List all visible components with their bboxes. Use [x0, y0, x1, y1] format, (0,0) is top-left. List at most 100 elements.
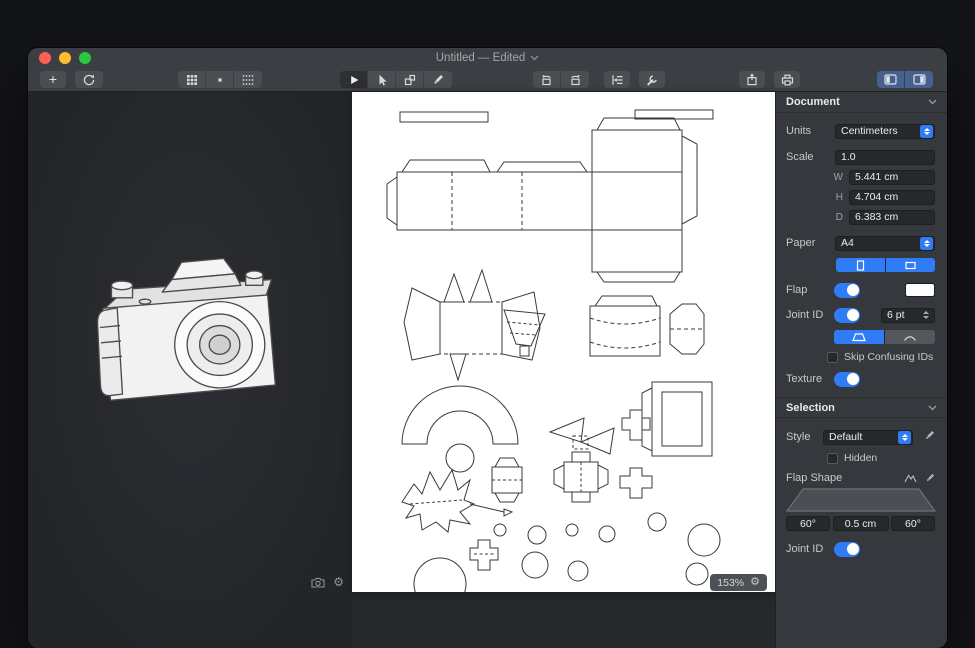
toggle-right-panel-button[interactable]: [905, 71, 933, 88]
height-input[interactable]: 4.704 cm: [849, 190, 935, 205]
print-button[interactable]: [774, 71, 800, 88]
joint-id-size-stepper[interactable]: 6 pt: [881, 308, 935, 323]
selection-joint-id-toggle[interactable]: [834, 542, 860, 557]
joint-id-toggle[interactable]: [834, 308, 860, 323]
camera-icon[interactable]: [311, 577, 325, 588]
portrait-option[interactable]: [836, 258, 885, 272]
flap-shape-row: Flap Shape: [776, 471, 947, 485]
inspector-sidebar: Document Units Centimeters Scale 1.0 W: [775, 92, 947, 648]
document-section-title: Document: [786, 96, 840, 108]
printer-icon: [781, 74, 794, 86]
flap-style-segmented-control: [834, 330, 935, 344]
chevron-down-icon: [928, 405, 937, 411]
scale-input[interactable]: 1.0: [835, 150, 935, 165]
selection-section-header[interactable]: Selection: [776, 397, 947, 418]
pattern-canvas[interactable]: 153% ⚙: [352, 92, 775, 648]
depth-row: D 6.383 cm: [776, 209, 947, 225]
selection-joint-id-label: Joint ID: [786, 543, 834, 555]
minimize-button[interactable]: [59, 52, 71, 64]
canvas-settings-gear-icon[interactable]: ⚙: [750, 577, 760, 588]
skip-confusing-ids-row: Skip Confusing IDs: [776, 350, 947, 364]
trapezoid-flap-option[interactable]: [834, 330, 884, 344]
app-window: Untitled — Edited +: [28, 48, 947, 648]
chevron-down-icon: [928, 99, 937, 105]
dots-grid-icon: [242, 74, 254, 86]
paper-row: Paper A4: [776, 235, 947, 251]
hidden-checkbox[interactable]: [827, 453, 838, 464]
unfold-button[interactable]: [340, 71, 368, 88]
flap-shape-preview[interactable]: [786, 487, 936, 513]
rotate-left-button[interactable]: [533, 71, 561, 88]
flap-presets-icon[interactable]: [904, 473, 917, 483]
texture-toggle[interactable]: [834, 372, 860, 387]
flap-color-well[interactable]: [905, 283, 935, 297]
scale-value: 1.0: [841, 151, 856, 163]
arrange-single-button[interactable]: [206, 71, 234, 88]
arrange-grid-button[interactable]: [178, 71, 206, 88]
arrange-dots-button[interactable]: [234, 71, 262, 88]
joint-id-label: Joint ID: [786, 309, 834, 321]
stepper-arrows-icon[interactable]: [923, 311, 929, 319]
close-button[interactable]: [39, 52, 51, 64]
document-section-header[interactable]: Document: [776, 92, 947, 113]
width-row: W 5.441 cm: [776, 169, 947, 185]
pencil-icon: [432, 74, 444, 86]
rotate-right-icon: [569, 74, 582, 86]
add-button[interactable]: +: [40, 71, 66, 88]
title-bar[interactable]: Untitled — Edited: [28, 48, 947, 68]
align-button[interactable]: [604, 71, 630, 88]
cursor-icon: [376, 74, 388, 86]
zoom-control[interactable]: 153% ⚙: [710, 574, 767, 591]
flap-toggle[interactable]: [834, 283, 860, 298]
paper-label: Paper: [786, 237, 834, 249]
flap-angle-left-input[interactable]: 60°: [786, 516, 830, 531]
trapezoid-flap-icon: [852, 332, 866, 342]
draw-tool-button[interactable]: [424, 71, 452, 88]
joint-id-row: Joint ID 6 pt: [776, 307, 947, 323]
share-button[interactable]: [739, 71, 765, 88]
hidden-row: Hidden: [776, 451, 947, 465]
width-input[interactable]: 5.441 cm: [849, 170, 935, 185]
flap-shape-values: 60° 0.5 cm 60°: [786, 516, 935, 531]
tools-button[interactable]: [639, 71, 665, 88]
flap-height-input[interactable]: 0.5 cm: [833, 516, 889, 531]
edit-flap-icon[interactable]: [925, 473, 935, 483]
refresh-button[interactable]: [75, 71, 103, 88]
units-dropdown[interactable]: Centimeters: [835, 124, 935, 139]
transform-tool-button[interactable]: [396, 71, 424, 88]
scale-label: Scale: [786, 151, 834, 163]
paper-sheet[interactable]: [352, 92, 775, 592]
fullscreen-button[interactable]: [79, 52, 91, 64]
rounded-flap-option[interactable]: [885, 330, 935, 344]
pencil-icon: [924, 430, 935, 441]
skip-confusing-ids-checkbox[interactable]: [827, 352, 838, 363]
selection-section-title: Selection: [786, 402, 835, 414]
dropdown-stepper-icon: [920, 125, 933, 138]
edit-style-button[interactable]: [924, 430, 935, 444]
select-tool-button[interactable]: [368, 71, 396, 88]
single-dot-icon: [214, 74, 226, 86]
orientation-segmented-control: [836, 258, 935, 272]
main-content: ⚙: [28, 92, 947, 648]
style-dropdown[interactable]: Default: [823, 430, 913, 445]
3d-viewport[interactable]: ⚙: [28, 92, 352, 648]
rotate-right-button[interactable]: [561, 71, 589, 88]
toggle-left-panel-button[interactable]: [877, 71, 905, 88]
rounded-flap-icon: [903, 332, 917, 342]
flap-angle-right-input[interactable]: 60°: [891, 516, 935, 531]
paper-dropdown[interactable]: A4: [835, 236, 935, 251]
camera-3d-model[interactable]: [76, 230, 306, 425]
depth-input[interactable]: 6.383 cm: [849, 210, 935, 225]
width-value: 5.441 cm: [855, 171, 898, 183]
style-label: Style: [786, 431, 823, 443]
left-panel-icon: [884, 74, 897, 85]
traffic-lights: [39, 52, 91, 64]
skip-confusing-ids-label: Skip Confusing IDs: [844, 351, 933, 363]
tool-group: [340, 71, 452, 88]
viewport-settings-gear-icon[interactable]: ⚙: [333, 576, 344, 588]
window-title[interactable]: Untitled — Edited: [436, 52, 540, 64]
style-row: Style Default: [776, 429, 947, 445]
chevron-down-icon: [530, 55, 539, 61]
landscape-option[interactable]: [886, 258, 935, 272]
flap-angle-left-value: 60°: [800, 518, 816, 530]
